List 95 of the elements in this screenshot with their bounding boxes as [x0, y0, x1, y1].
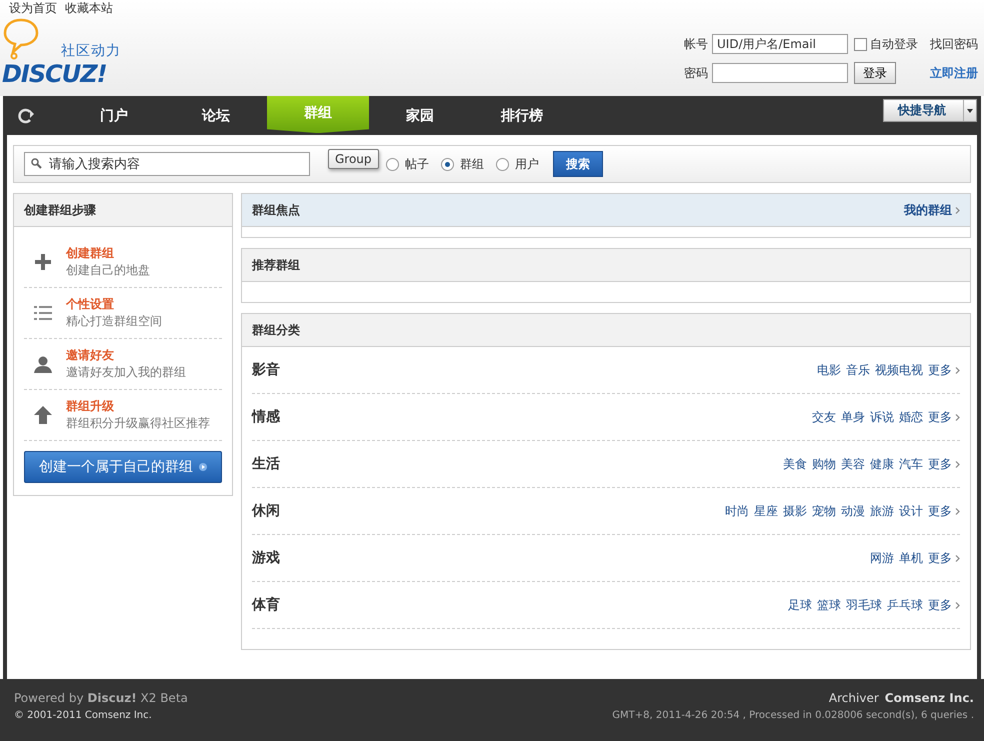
chevron-right-icon	[955, 414, 960, 420]
nav-tab[interactable]: 排行榜	[471, 96, 573, 135]
chevron-right-icon	[955, 554, 960, 562]
refresh-icon[interactable]	[17, 108, 37, 124]
powered-by-text: Powered by Discuz! X2 Beta	[14, 691, 188, 705]
password-field[interactable]	[712, 63, 848, 83]
category-tag-link[interactable]: 交友	[812, 408, 836, 426]
nav-tab[interactable]: 家园	[369, 96, 471, 135]
search-field[interactable]: 请输入搜索内容	[24, 152, 310, 176]
password-label: 密码	[684, 64, 708, 82]
search-type-radio[interactable]: 用户	[496, 156, 539, 172]
top-link[interactable]: 设为首页	[9, 0, 57, 16]
user-icon	[34, 355, 52, 373]
account-field[interactable]: UID/用户名/Email	[712, 34, 848, 54]
plus-icon	[34, 253, 52, 271]
login-button[interactable]: 登录	[854, 62, 896, 84]
more-link[interactable]: 更多	[928, 596, 960, 614]
category-name: 休闲	[252, 502, 280, 520]
category-tag-link[interactable]: 网游	[870, 550, 894, 566]
chevron-right-icon	[955, 508, 960, 514]
category-tag-link[interactable]: 婚恋	[899, 408, 923, 426]
category-tag-link[interactable]: 设计	[899, 502, 923, 520]
category-tag-link[interactable]: 乒乓球	[887, 596, 923, 614]
chevron-right-icon	[955, 366, 960, 374]
category-name: 体育	[252, 596, 280, 614]
step-description: 精心打造群组空间	[66, 313, 162, 330]
forgot-password-link[interactable]: 找回密码	[930, 36, 978, 52]
account-label: 帐号	[684, 36, 708, 52]
stats-text: GMT+8, 2011-4-26 20:54 , Processed in 0.028006 second(s), 6 queries .	[612, 710, 974, 721]
more-link[interactable]: 更多	[928, 408, 960, 426]
more-link[interactable]: 更多	[928, 362, 960, 378]
panel-title: 创建群组步骤	[24, 202, 96, 218]
category-name: 情感	[252, 408, 280, 426]
caret-icon	[967, 108, 973, 112]
category-name: 游戏	[252, 549, 280, 567]
chevron-right-icon	[955, 602, 960, 608]
create-group-button[interactable]: 创建一个属于自己的群组	[24, 451, 222, 483]
nav-tab[interactable]: 论坛	[165, 96, 267, 135]
category-tag-link[interactable]: 足球	[788, 596, 812, 614]
logo[interactable]: 社区动力 DISCUZ!	[0, 16, 140, 86]
category-tag-link[interactable]: 单身	[841, 408, 865, 426]
speech-bubble-icon	[2, 18, 40, 62]
category-name: 生活	[252, 455, 280, 473]
search-button[interactable]: 搜索	[553, 151, 603, 177]
search-type-radio[interactable]: 帖子	[386, 156, 429, 172]
category-tag-link[interactable]: 动漫	[841, 502, 865, 520]
step-description: 群组积分升级赢得社区推荐	[66, 415, 210, 432]
category-tag-link[interactable]: 宠物	[812, 502, 836, 520]
list-icon	[34, 305, 52, 321]
category-tag-link[interactable]: 美容	[841, 456, 865, 472]
tooltip: Group	[328, 149, 379, 169]
category-tag-link[interactable]: 篮球	[817, 596, 841, 614]
nav-tab[interactable]: 门户	[63, 96, 165, 135]
step-title: 个性设置	[66, 296, 115, 313]
category-tag-link[interactable]: 美食	[783, 456, 807, 472]
category-tag-link[interactable]: 电影	[817, 362, 841, 378]
category-tag-link[interactable]: 购物	[812, 456, 836, 472]
category-tag-link[interactable]: 单机	[899, 550, 923, 566]
panel-title: 群组焦点	[252, 202, 300, 218]
category-tag-link[interactable]: 时尚	[725, 502, 749, 520]
step-title: 邀请好友	[66, 347, 115, 364]
company-link[interactable]: Comsenz Inc.	[884, 691, 974, 705]
more-link[interactable]: 更多	[928, 456, 960, 472]
category-tag-link[interactable]: 摄影	[783, 502, 807, 520]
auto-login-checkbox[interactable]	[854, 38, 867, 50]
category-tag-link[interactable]: 音乐	[846, 362, 870, 378]
archiver-link[interactable]: Archiver	[828, 691, 879, 705]
more-link[interactable]: 更多	[928, 502, 960, 520]
my-groups-link[interactable]: 我的群组	[904, 202, 960, 218]
top-link[interactable]: 收藏本站	[65, 0, 113, 16]
step-description: 邀请好友加入我的群组	[66, 364, 186, 381]
category-tag-link[interactable]: 旅游	[870, 502, 894, 520]
category-tag-link[interactable]: 羽毛球	[846, 596, 882, 614]
category-tag-link[interactable]: 汽车	[899, 456, 923, 472]
up-arrow-icon	[34, 406, 52, 424]
copyright-text: © 2001-2011 Comsenz Inc.	[14, 710, 152, 721]
category-tag-link[interactable]: 诉说	[870, 408, 894, 426]
search-type-radio[interactable]: 群组	[441, 156, 484, 172]
category-tag-link[interactable]: 星座	[754, 502, 778, 520]
chevron-right-icon	[955, 206, 960, 214]
panel-title: 群组分类	[252, 322, 300, 338]
category-name: 影音	[252, 361, 280, 379]
step-description: 创建自己的地盘	[66, 262, 150, 279]
step-title: 创建群组	[66, 245, 115, 262]
panel-title: 推荐群组	[252, 256, 300, 274]
arrow-icon	[199, 463, 207, 471]
quick-nav-button[interactable]: 快捷导航	[883, 99, 977, 122]
auto-login-label: 自动登录	[870, 36, 918, 52]
category-tag-link[interactable]: 视频电视	[875, 362, 923, 378]
more-link[interactable]: 更多	[928, 550, 960, 566]
category-tag-link[interactable]: 健康	[870, 456, 894, 472]
step-title: 群组升级	[66, 398, 115, 415]
register-link[interactable]: 立即注册	[930, 64, 978, 82]
search-icon	[31, 158, 42, 169]
chevron-right-icon	[955, 460, 960, 468]
